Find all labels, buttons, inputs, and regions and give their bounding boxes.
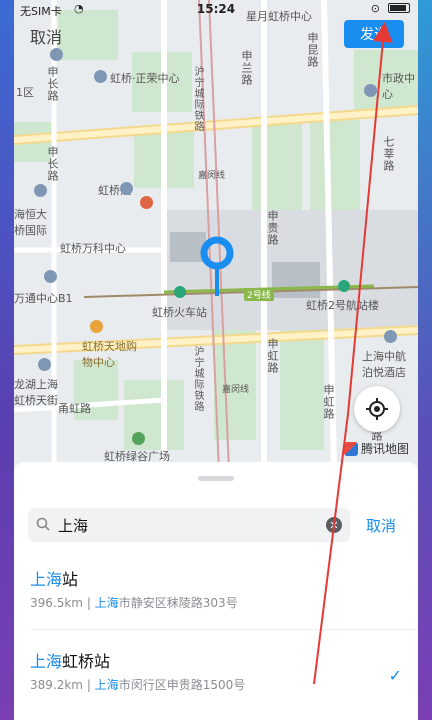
cancel-button[interactable]: 取消 xyxy=(30,24,62,48)
send-button[interactable]: 发送 xyxy=(344,20,404,48)
result-subtitle: 396.5km | 上海市静安区秣陵路303号 xyxy=(30,596,238,610)
poi-icon xyxy=(132,432,145,445)
result-item-selected[interactable]: 上海虹桥站 389.2km | 上海市闵行区申贵路1500号 ✓ xyxy=(14,638,418,712)
tencent-map-logo-icon xyxy=(344,441,358,456)
poi-icon xyxy=(364,84,377,97)
poi-icon xyxy=(44,270,57,283)
phone-screen: 星月虹桥中心 申长路 虹桥·正荣中心 1区 申长路 申兰路 申昆路 市政中心 七… xyxy=(14,0,418,720)
map-label: 虹桥万科中心 xyxy=(60,242,126,255)
map-label: 市政中心 xyxy=(382,72,415,101)
poi-icon xyxy=(90,320,103,333)
map-label: 上海中航泊悦酒店 xyxy=(362,350,406,379)
orientation-lock-icon: ⊙ xyxy=(370,2,380,15)
frame-right xyxy=(418,0,432,720)
divider xyxy=(30,629,418,630)
map-label: 沪宁城际铁路 xyxy=(192,346,203,412)
map-label: 虹桥·正荣中心 xyxy=(110,72,180,85)
map-label: 嘉闵线 xyxy=(222,385,250,395)
map-label: 申虹路 xyxy=(266,338,279,374)
search-value: 上海 xyxy=(58,517,89,535)
search-cancel-button[interactable]: 取消 xyxy=(366,515,396,536)
map-label: 2号线 xyxy=(244,288,274,301)
map-label: 申长路 xyxy=(46,66,59,102)
result-subtitle: 389.2km | 上海市闵行区申贵路1500号 xyxy=(30,678,246,692)
map-label: 申长路 xyxy=(46,146,59,182)
map-label: 1区 xyxy=(16,86,34,99)
brand-label: 腾讯地图 xyxy=(361,442,410,456)
map-label: 嘉闵线 xyxy=(198,171,226,181)
search-icon xyxy=(36,517,50,531)
checkmark-icon: ✓ xyxy=(388,666,402,685)
map-pin-icon xyxy=(200,236,234,296)
locate-icon xyxy=(366,398,388,420)
clock: 15:24 xyxy=(196,2,236,16)
tencent-map-logo: 腾讯地图 xyxy=(344,440,409,457)
poi-icon xyxy=(140,196,153,209)
map-label: 申兰路 xyxy=(240,50,253,86)
map-label: 虹桥火车站 xyxy=(152,306,207,319)
result-title: 上海虹桥站 xyxy=(30,652,111,671)
locate-button[interactable] xyxy=(354,386,400,432)
battery-icon xyxy=(388,3,410,13)
map-label: 申昆路 xyxy=(306,32,319,68)
map-label: 沪宁城际铁路 xyxy=(192,66,203,132)
result-item[interactable]: 上海站 396.5km | 上海市静安区秣陵路303号 xyxy=(14,556,418,630)
poi-icon xyxy=(34,184,47,197)
map-label: 虹桥2号航站楼 xyxy=(306,299,379,312)
poi-icon xyxy=(94,70,107,83)
poi-icon xyxy=(120,182,133,195)
result-title: 上海站 xyxy=(30,570,79,589)
poi-icon xyxy=(384,330,397,343)
search-input[interactable]: 上海 ✕ xyxy=(28,508,350,542)
map-label: 万通中心B1 xyxy=(14,292,73,305)
poi-icon xyxy=(50,48,63,61)
map-label: 七莘路 xyxy=(382,136,395,172)
map-label: 申虹路 xyxy=(322,384,335,420)
map-label: 海恒大桥国际 xyxy=(14,208,47,237)
map-label: 龙湖上海虹桥天街 xyxy=(14,378,58,407)
clear-icon[interactable]: ✕ xyxy=(326,517,342,533)
frame-left xyxy=(0,0,14,720)
poi-icon xyxy=(38,358,51,371)
status-bar: 无SIM卡 ◔ 15:24 ⊙ xyxy=(14,0,418,20)
map-label: 虹桥天地购物中心 xyxy=(82,340,137,369)
search-sheet: 上海 ✕ 取消 上海站 396.5km | 上海市静安区秣陵路303号 上海虹桥… xyxy=(14,462,418,720)
sheet-grabber[interactable] xyxy=(198,476,234,481)
map-label: 甬虹路 xyxy=(58,402,91,415)
map-label: 申贵路 xyxy=(266,210,279,246)
